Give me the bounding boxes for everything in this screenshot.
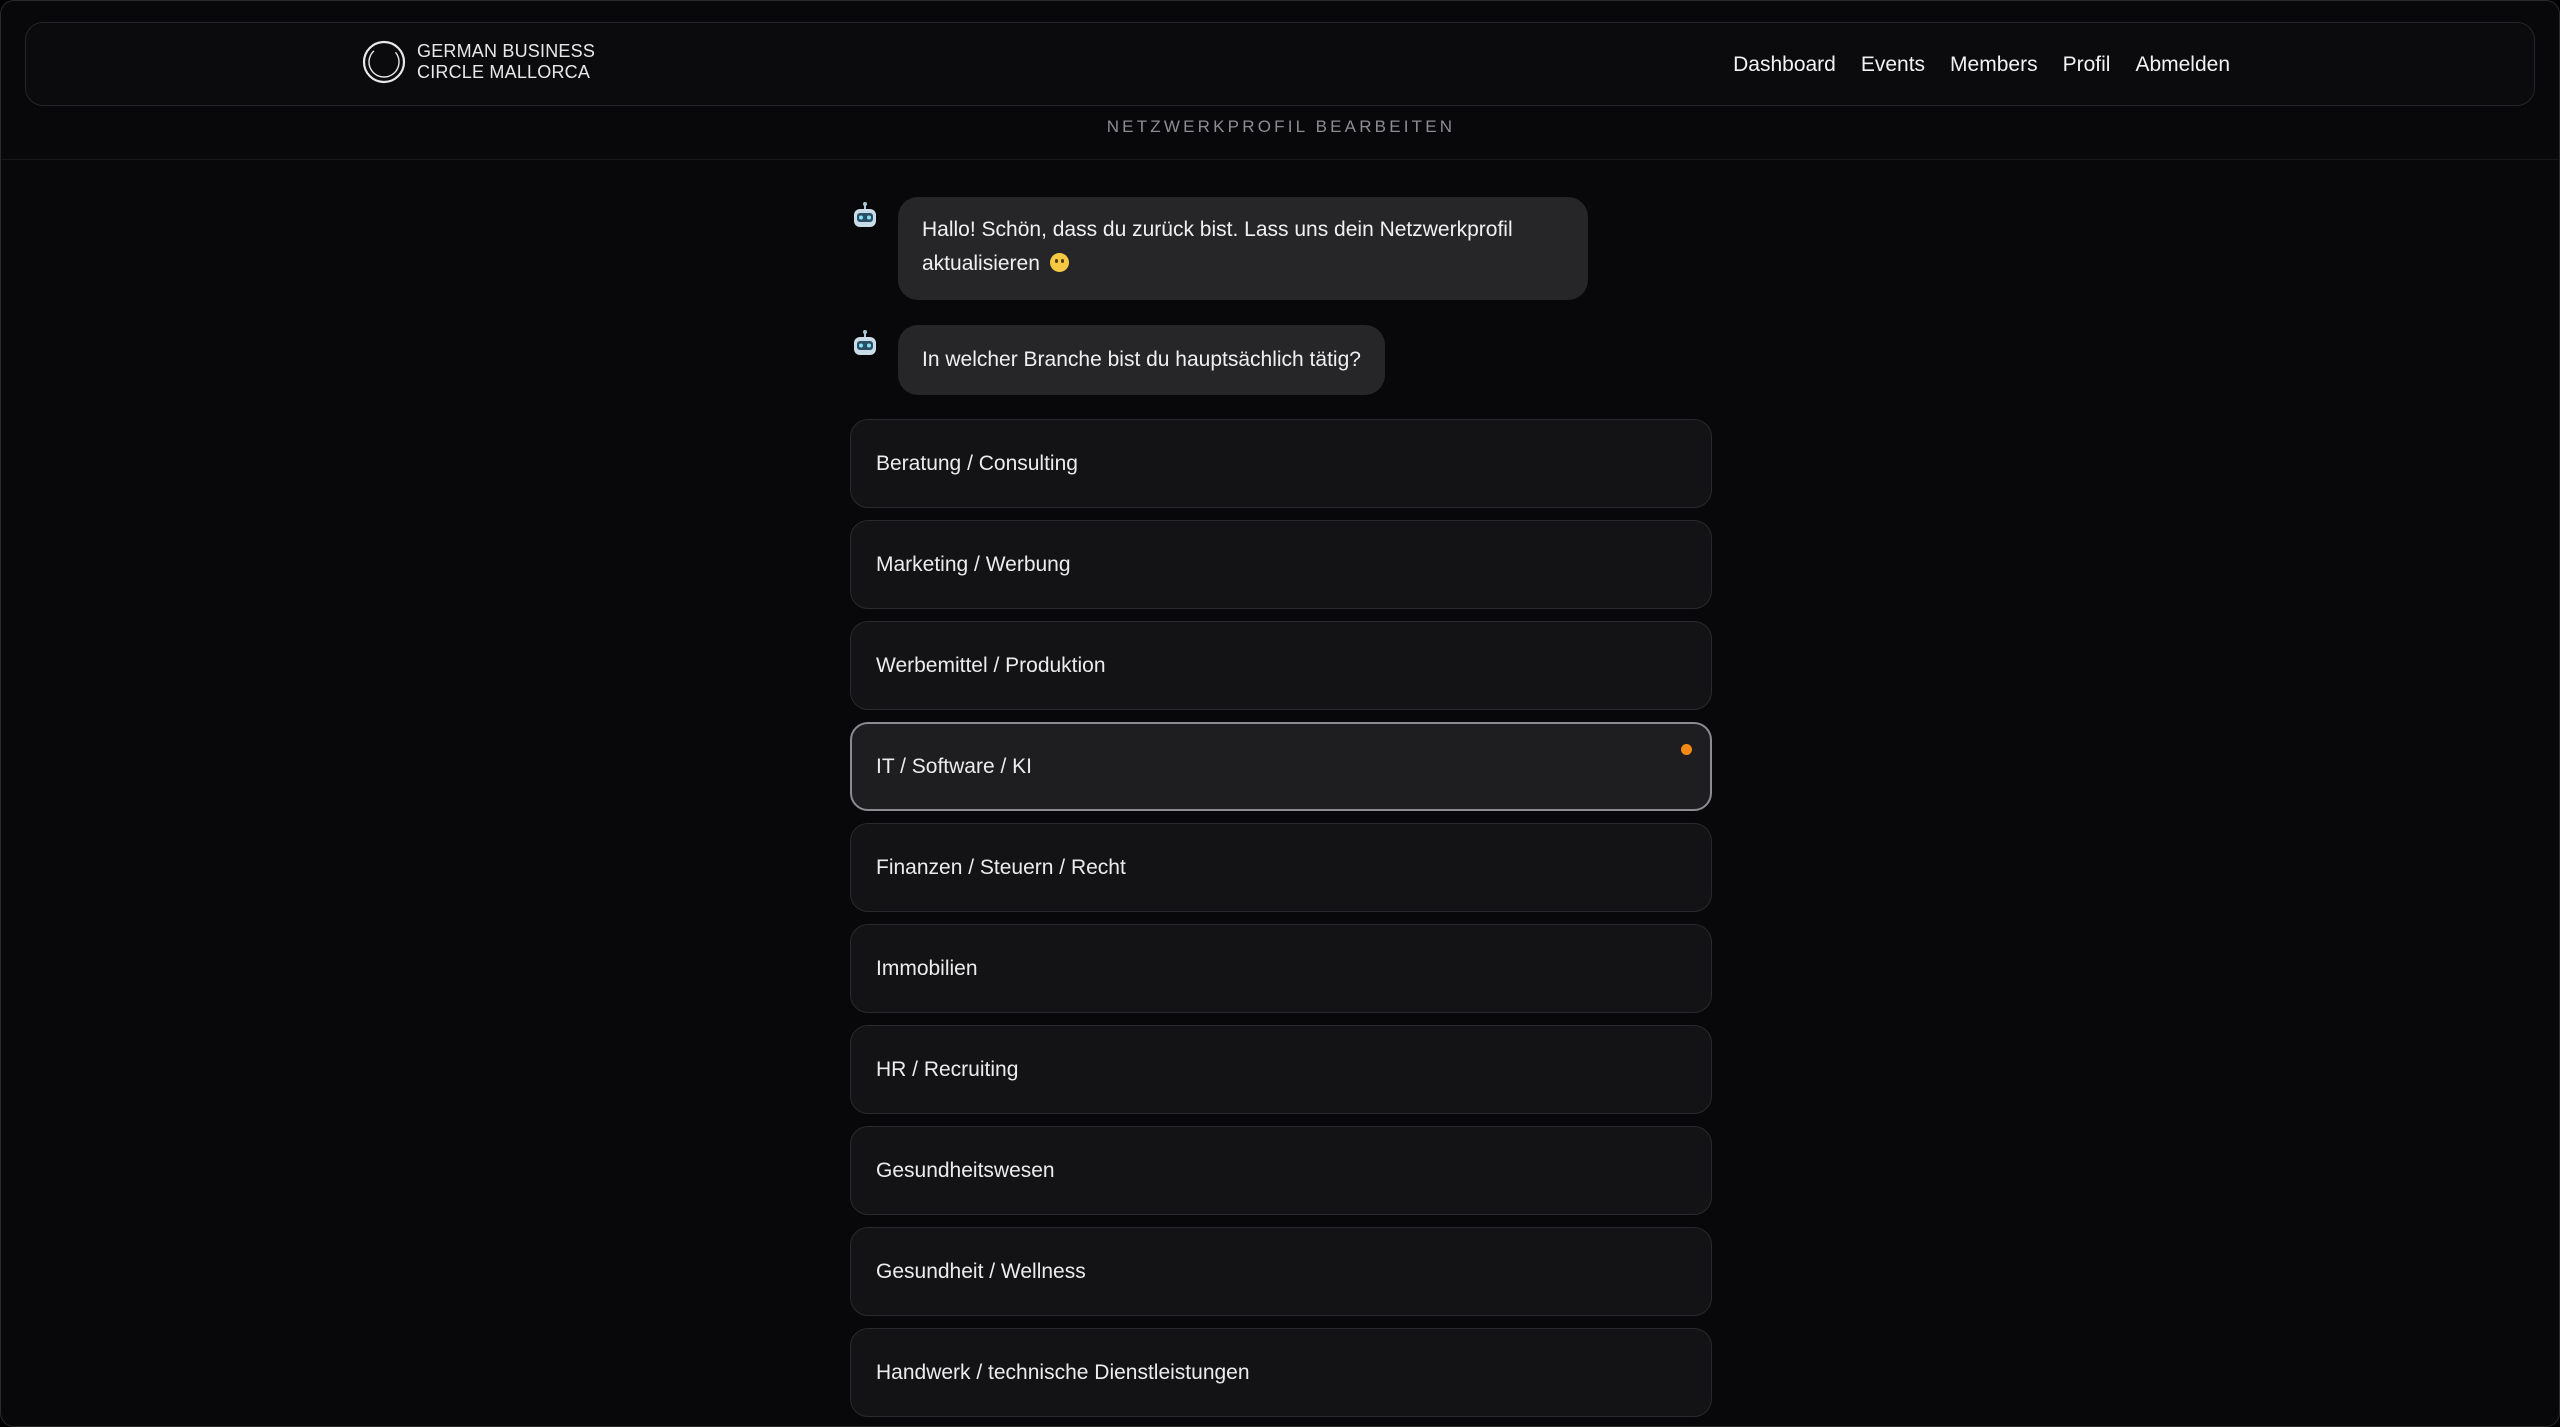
nav-dashboard[interactable]: Dashboard [1733,53,1836,77]
option-label: Finanzen / Steuern / Recht [876,855,1126,879]
robot-icon [854,202,876,227]
bot-message-text-2: In welcher Branche bist du hauptsächlich… [922,348,1361,371]
nav-abmelden[interactable]: Abmelden [2135,53,2230,77]
brand-name-line2: CIRCLE MALLORCA [417,62,591,82]
bot-message-2: In welcher Branche bist du hauptsächlich… [850,325,1385,395]
brand-name-line1: GERMAN BUSINESS [417,41,596,61]
bot-message-bubble-2: In welcher Branche bist du hauptsächlich… [898,325,1385,395]
bot-message-text-1: Hallo! Schön, dass du zurück bist. Lass … [922,218,1513,275]
page-title: NETZWERKPROFIL BEARBEITEN [1106,117,1456,136]
smiling-face-emoji-icon [1049,253,1069,272]
option-werbemittel-produktion[interactable]: Werbemittel / Produktion [850,621,1712,710]
option-label: Immobilien [876,956,978,980]
nav-members[interactable]: Members [1950,53,2038,77]
selected-indicator-dot [1681,744,1692,755]
option-label: Marketing / Werbung [876,552,1071,576]
option-handwerk-technische-dienstleistungen[interactable]: Handwerk / technische Dienstleistungen [850,1328,1712,1417]
option-label: Gesundheit / Wellness [876,1259,1086,1283]
circle-ring-logo-icon [362,40,406,84]
option-finanzen-steuern-recht[interactable]: Finanzen / Steuern / Recht [850,823,1712,912]
option-label: HR / Recruiting [876,1057,1019,1081]
brand-name: GERMAN BUSINESS CIRCLE MALLORCA [417,41,595,83]
robot-icon [854,330,876,355]
bot-message-1: Hallo! Schön, dass du zurück bist. Lass … [850,197,1588,300]
option-label: Werbemittel / Produktion [876,653,1106,677]
app-window: GERMAN BUSINESS CIRCLE MALLORCA Dashboar… [0,0,2560,1427]
option-hr-recruiting[interactable]: HR / Recruiting [850,1025,1712,1114]
option-label: IT / Software / KI [876,754,1033,778]
option-immobilien[interactable]: Immobilien [850,924,1712,1013]
option-label: Handwerk / technische Dienstleistungen [876,1360,1250,1384]
brand-logo[interactable]: GERMAN BUSINESS CIRCLE MALLORCA [361,39,595,85]
header-divider [1,159,2559,160]
option-it-software-ki[interactable]: IT / Software / KI [850,722,1712,811]
top-navbar: GERMAN BUSINESS CIRCLE MALLORCA Dashboar… [25,22,2535,106]
option-label: Beratung / Consulting [876,451,1078,475]
option-gesundheit-wellness[interactable]: Gesundheit / Wellness [850,1227,1712,1316]
option-beratung-consulting[interactable]: Beratung / Consulting [850,419,1712,508]
option-label: Gesundheitswesen [876,1158,1055,1182]
nav-profil[interactable]: Profil [2063,53,2111,77]
option-gesundheitswesen[interactable]: Gesundheitswesen [850,1126,1712,1215]
nav-links: Dashboard Events Members Profil Abmelden [1733,23,2230,107]
option-marketing-werbung[interactable]: Marketing / Werbung [850,520,1712,609]
nav-events[interactable]: Events [1861,53,1925,77]
bot-message-bubble-1: Hallo! Schön, dass du zurück bist. Lass … [898,197,1588,300]
